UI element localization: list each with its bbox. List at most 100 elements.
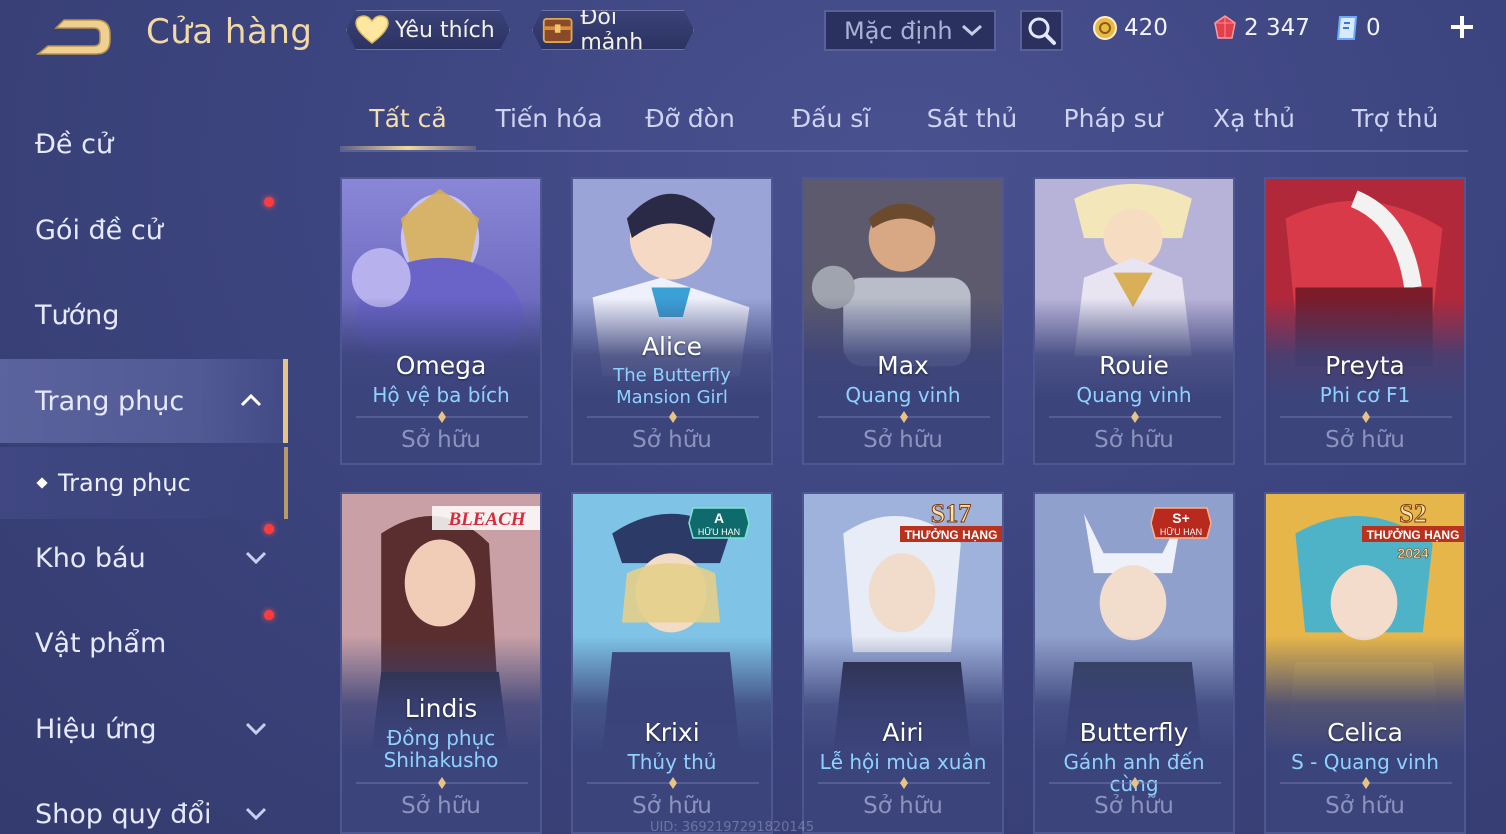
season-rank-badge: S2 THƯỞNG HẠNG 2024 <box>1360 496 1464 568</box>
badge-text: S2 <box>1399 499 1426 528</box>
sort-dropdown[interactable]: Mặc định <box>824 10 996 51</box>
role-tabs: Tất cả Tiến hóa Đỡ đòn Đấu sĩ Sát thủ Ph… <box>340 96 1468 152</box>
sidebar-item-treasure[interactable]: Kho báu <box>0 518 288 598</box>
owned-status: Sở hữu <box>1094 427 1174 453</box>
owned-status: Sở hữu <box>1325 427 1405 453</box>
favorites-button[interactable]: Yêu thích <box>346 10 510 50</box>
skin-name: S - Quang vinh <box>1291 750 1439 774</box>
divider-ornament <box>587 411 759 423</box>
owned-status: Sở hữu <box>1094 793 1174 819</box>
active-tab-indicator <box>340 146 476 150</box>
sidebar-item-label: Đề cử <box>35 128 114 160</box>
divider-ornament <box>818 777 990 789</box>
shop-screen: Cửa hàng Yêu thích Đổi mảnh Mặc định 420… <box>0 0 1506 834</box>
sort-value: Mặc định <box>844 16 953 45</box>
sidebar-item-effects[interactable]: Hiệu ứng <box>0 689 288 769</box>
add-currency-button[interactable] <box>1446 12 1478 44</box>
sidebar-item-label: Gói đề cử <box>35 214 163 246</box>
tab-all[interactable]: Tất cả <box>369 104 446 133</box>
trade-shards-button[interactable]: Đổi mảnh <box>532 10 694 50</box>
divider-ornament <box>1280 777 1452 789</box>
hero-name: Krixi <box>644 718 700 747</box>
owned-status: Sở hữu <box>863 793 943 819</box>
owned-status: Sở hữu <box>401 793 481 819</box>
sidebar-item-label: Shop quy đổi <box>35 798 212 830</box>
heart-icon <box>355 15 389 45</box>
tab-marksman[interactable]: Xạ thủ <box>1213 104 1295 133</box>
sidebar-subitem-skins[interactable]: Trang phục <box>0 447 288 519</box>
skin-name: Đồng phục Shihakusho <box>383 726 499 772</box>
skin-card[interactable]: Preyta Phi cơ F1 Sở hữu <box>1264 177 1466 465</box>
sidebar-item-skins[interactable]: Trang phục <box>0 359 288 443</box>
sidebar-item-heroes[interactable]: Tướng <box>0 275 288 355</box>
skin-name: Lễ hội mùa xuân <box>819 750 987 774</box>
sidebar-subitem-label: Trang phục <box>58 469 191 497</box>
hero-name: Celica <box>1327 718 1403 747</box>
sidebar-item-bundles[interactable]: Gói đề cử <box>0 190 288 270</box>
sidebar-item-label: Tướng <box>35 299 120 331</box>
sidebar-item-exchange-shop[interactable]: Shop quy đổi <box>0 774 288 834</box>
hero-name: Preyta <box>1325 351 1405 380</box>
hero-name: Butterfly <box>1079 718 1189 747</box>
sidebar-item-recommended[interactable]: Đề cử <box>0 104 288 184</box>
skin-name: Phi cơ F1 <box>1319 383 1411 407</box>
owned-status: Sở hữu <box>401 427 481 453</box>
skin-card[interactable]: BLEACH Lindis Đồng phục Shihakusho Sở hữ… <box>340 492 542 834</box>
bleach-collab-badge: BLEACH <box>432 504 540 536</box>
chevron-down-icon <box>245 807 267 821</box>
skin-name: Quang vinh <box>845 383 961 407</box>
skin-card[interactable]: Max Quang vinh Sở hữu <box>802 177 1004 465</box>
hero-name: Airi <box>882 718 924 747</box>
skin-card[interactable]: Omega Hộ vệ ba bích Sở hữu <box>340 177 542 465</box>
skin-card[interactable]: Rouie Quang vinh Sở hữu <box>1033 177 1235 465</box>
skin-card[interactable]: S2 THƯỞNG HẠNG 2024 Celica S - Quang vin… <box>1264 492 1466 834</box>
chevron-down-icon <box>962 24 982 37</box>
divider-ornament <box>818 411 990 423</box>
season-rank-badge: S17 THƯỞNG HẠNG <box>898 496 1002 552</box>
tab-assassin[interactable]: Sát thủ <box>927 104 1017 133</box>
sidebar-item-label: Trang phục <box>35 385 185 417</box>
tab-support[interactable]: Trợ thủ <box>1352 104 1439 133</box>
notification-dot <box>264 197 274 207</box>
badge-text: A <box>714 510 724 526</box>
gold-amount: 420 <box>1124 15 1168 41</box>
tab-tank[interactable]: Đỡ đòn <box>645 104 735 133</box>
skin-card[interactable]: Alice The Butterfly Mansion Girl Sở hữu <box>571 177 773 465</box>
hero-name: Alice <box>641 332 703 361</box>
badge-subtext: THƯỞNG HẠNG <box>1367 527 1460 542</box>
sidebar-item-items[interactable]: Vật phẩm <box>0 603 288 683</box>
sidebar-item-label: Kho báu <box>35 542 146 574</box>
trade-label: Đổi mảnh <box>580 5 644 55</box>
badge-subtext: THƯỞNG HẠNG <box>905 527 998 542</box>
ticket-amount: 0 <box>1366 15 1381 41</box>
skin-name: Thủy thủ <box>627 750 717 774</box>
tab-fighter[interactable]: Đấu sĩ <box>792 104 870 133</box>
bullet-icon <box>36 477 48 489</box>
divider-ornament <box>356 777 528 789</box>
hero-name: Rouie <box>1099 351 1169 380</box>
search-icon <box>1028 17 1056 45</box>
search-button[interactable] <box>1020 10 1063 51</box>
skin-card[interactable]: S17 THƯỞNG HẠNG Airi Lễ hội mùa xuân Sở … <box>802 492 1004 834</box>
voucher-icon <box>1336 16 1358 40</box>
owned-status: Sở hữu <box>632 427 712 453</box>
gem-amount: 2 347 <box>1244 15 1310 41</box>
sidebar-item-label: Vật phẩm <box>35 627 167 659</box>
chevron-down-icon <box>245 551 267 565</box>
ticket-currency: 0 <box>1334 12 1381 44</box>
tab-mage[interactable]: Pháp sư <box>1064 104 1163 133</box>
badge-text: S+ <box>1172 510 1190 526</box>
user-id-watermark: UID: 3692197291820145 <box>650 820 815 834</box>
badge-subtext: HỮU HẠN <box>698 527 740 537</box>
badge-text: BLEACH <box>447 509 526 530</box>
favorites-label: Yêu thích <box>395 17 495 43</box>
skin-card[interactable]: A HỮU HẠN Krixi Thủy thủ Sở hữu <box>571 492 773 834</box>
back-arrow-icon[interactable] <box>34 14 116 60</box>
tab-evolution[interactable]: Tiến hóa <box>495 104 602 133</box>
hero-name: Omega <box>395 351 487 380</box>
badge-text: S17 <box>931 499 971 528</box>
skin-card[interactable]: S+ HỮU HẠN Butterfly Gánh anh đến cùng S… <box>1033 492 1235 834</box>
divider-ornament <box>356 411 528 423</box>
chest-icon <box>541 14 574 46</box>
chevron-up-icon <box>240 393 262 407</box>
